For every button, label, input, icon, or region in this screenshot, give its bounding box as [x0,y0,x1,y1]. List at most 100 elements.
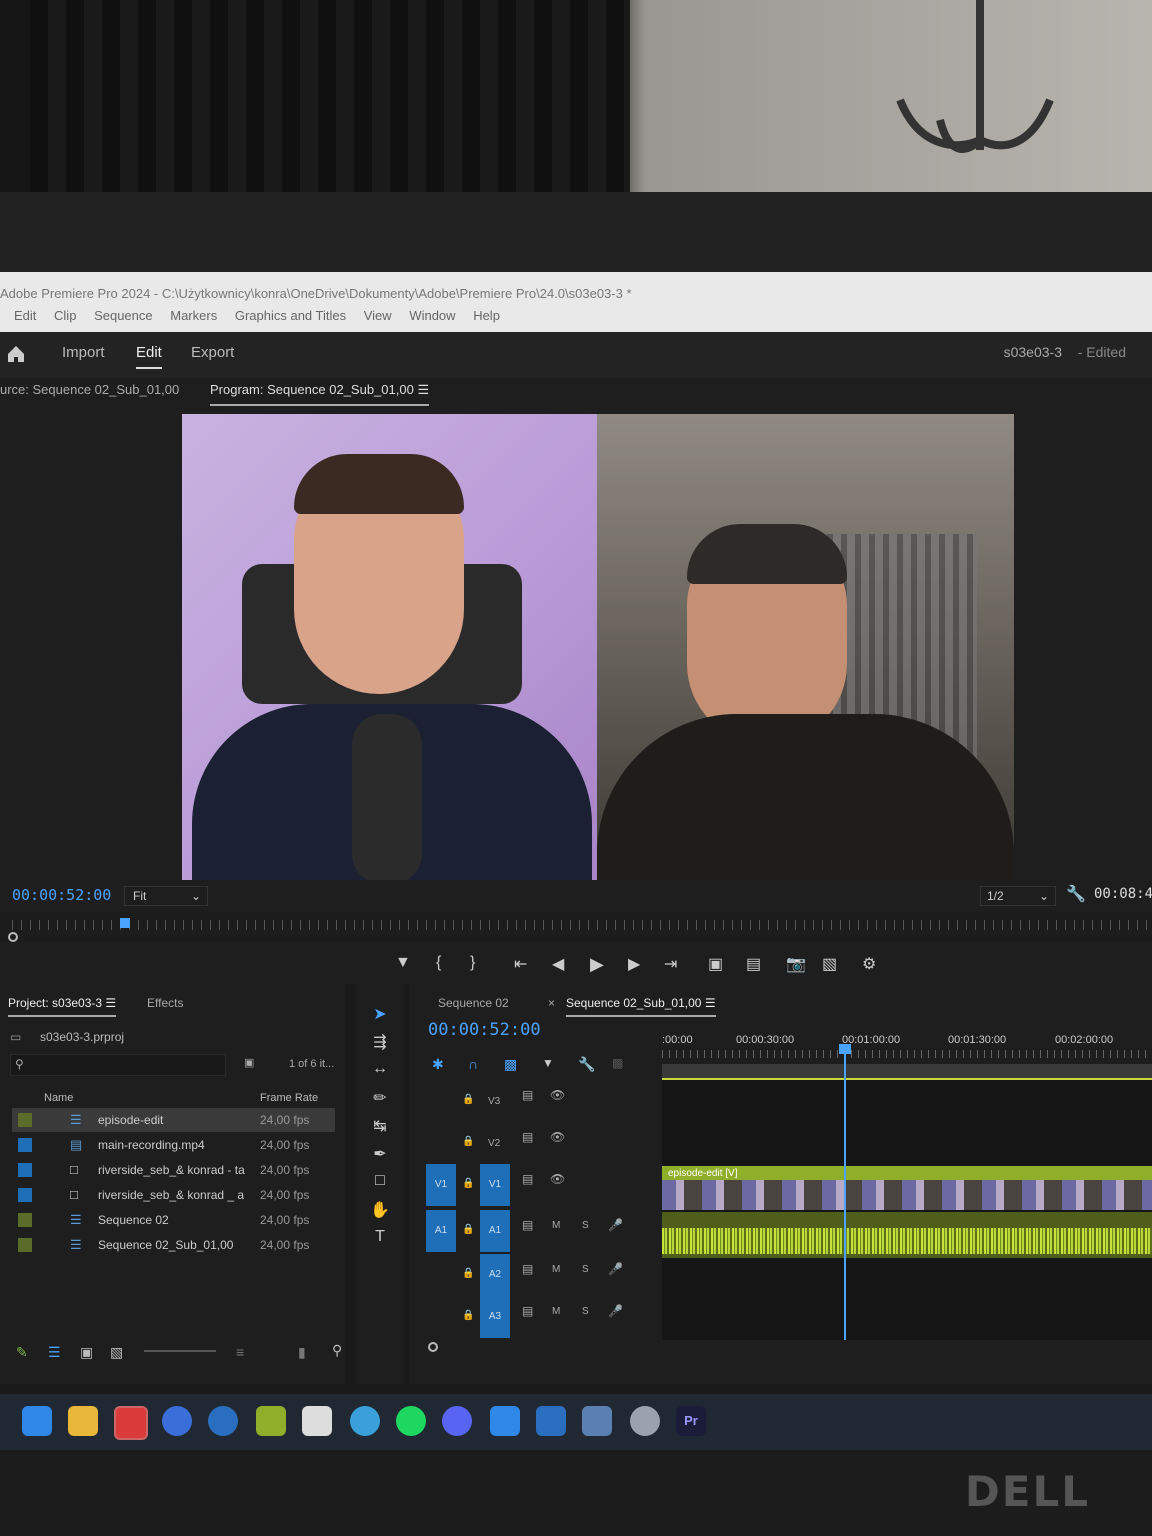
list-item[interactable]: ☰ episode-edit 24,00 fps [12,1108,335,1132]
eye-icon[interactable]: 👁 [550,1172,565,1186]
nest-icon[interactable]: ✱ [432,1056,444,1073]
tab-import[interactable]: Import [62,344,105,361]
column-frame-rate[interactable]: Frame Rate [260,1092,318,1104]
overwrite-icon[interactable]: ▤ [746,954,761,974]
freeform-view-icon[interactable]: ▧ [110,1344,123,1361]
calculator-icon[interactable] [582,1406,612,1436]
clock-app-icon[interactable] [208,1406,238,1436]
menu-window[interactable]: Window [409,308,455,323]
list-item[interactable]: □ riverside_seb_& konrad _ a 24,00 fps [12,1183,335,1207]
menu-sequence[interactable]: Sequence [94,308,153,323]
menu-edit[interactable]: Edit [14,308,36,323]
new-bin-icon[interactable]: ▣ [244,1056,254,1069]
discord-icon[interactable] [442,1406,472,1436]
insert-icon[interactable]: ▣ [708,954,723,974]
lock-icon[interactable]: 🔒 [462,1268,474,1279]
pen-icon[interactable]: ✒ [369,1144,391,1166]
eye-icon[interactable]: 👁 [550,1130,565,1144]
notes-app-icon[interactable] [256,1406,286,1436]
list-item[interactable]: □ riverside_seb_& konrad - ta 24,00 fps [12,1158,335,1182]
work-area-bar[interactable] [662,1064,1152,1080]
step-back-icon[interactable]: ◀ [552,954,564,974]
menu-graphics[interactable]: Graphics and Titles [235,308,346,323]
zoom-slider[interactable] [144,1350,216,1352]
globe-app-icon[interactable] [350,1406,380,1436]
lock-icon[interactable]: 🔒 [462,1310,474,1321]
tab-sequence-sub[interactable]: Sequence 02_Sub_01,00 ☰ [566,996,716,1017]
lock-icon[interactable]: 🔒 [462,1136,474,1147]
mark-out-icon[interactable]: } [470,954,475,972]
resolution-select[interactable]: 1/2 ⌄ [980,886,1056,906]
add-marker-icon[interactable]: ▼ [542,1056,554,1070]
rectangle-icon[interactable]: □ [369,1172,391,1194]
video-clip[interactable]: episode-edit [V] [662,1166,1152,1210]
export-frame-icon[interactable]: 📷 [786,954,806,974]
premiere-pro-icon[interactable]: Pr [676,1406,706,1436]
sync-icon[interactable]: ▤ [522,1088,533,1102]
razor-icon[interactable]: ✏ [369,1088,391,1110]
wrench-icon[interactable]: 🔧 [578,1056,595,1073]
target-v1[interactable]: V1 [480,1164,510,1206]
playhead-marker[interactable] [120,918,130,928]
list-item[interactable]: ☰ Sequence 02 24,00 fps [12,1208,335,1232]
pencil-icon[interactable]: ✎ [16,1344,28,1361]
mark-in-icon[interactable]: { [436,954,441,972]
solo-button[interactable]: S [582,1220,589,1231]
spotify-icon[interactable] [396,1406,426,1436]
solo-button[interactable]: S [582,1306,589,1317]
column-name[interactable]: Name [44,1092,73,1104]
source-patch-a1[interactable]: A1 [426,1210,456,1252]
sync-icon[interactable]: ▤ [522,1172,533,1186]
close-icon[interactable]: × [548,996,555,1010]
tab-edit[interactable]: Edit [136,344,162,369]
lock-icon[interactable]: 🔒 [462,1178,474,1189]
calendar-icon[interactable] [536,1406,566,1436]
timeline-timecode[interactable]: 00:00:52:00 [428,1020,541,1040]
microphone-icon[interactable]: 🎤 [608,1304,623,1318]
tab-program-monitor[interactable]: Program: Sequence 02_Sub_01,00 ☰ [210,382,430,406]
captions-icon[interactable]: ▩ [612,1056,623,1070]
target-a3[interactable]: A3 [480,1296,510,1338]
linked-selection-icon[interactable]: ▩ [504,1056,517,1073]
track-select-icon[interactable]: ⇶ [369,1032,391,1054]
project-search-input[interactable]: ⚲ [10,1054,226,1076]
target-a1[interactable]: A1 [480,1210,510,1252]
selection-tool-icon[interactable]: ➤ [369,1004,391,1026]
zoom-handle[interactable] [8,932,18,942]
chrome-icon[interactable] [114,1406,148,1440]
menu-view[interactable]: View [364,308,392,323]
solo-button[interactable]: S [582,1264,589,1275]
track-area[interactable] [662,1080,1152,1340]
type-icon[interactable]: T [369,1228,391,1250]
sync-icon[interactable]: ▤ [522,1304,533,1318]
tab-effects[interactable]: Effects [147,996,183,1010]
list-item[interactable]: ▤ main-recording.mp4 24,00 fps [12,1133,335,1157]
photos-icon[interactable] [490,1406,520,1436]
wrench-icon[interactable]: 🔧 [1066,884,1086,904]
automate-icon[interactable]: ▮ [298,1344,306,1361]
lock-icon[interactable]: 🔒 [462,1224,474,1235]
list-view-icon[interactable]: ☰ [48,1344,61,1361]
sync-icon[interactable]: ▤ [522,1130,533,1144]
play-icon[interactable]: ▶ [590,954,604,975]
tab-project[interactable]: Project: s03e03-3 ☰ [8,996,117,1017]
program-ruler[interactable] [0,912,1152,942]
icon-view-icon[interactable]: ▣ [80,1344,93,1361]
program-timecode[interactable]: 00:00:52:00 [12,886,111,904]
tab-source-monitor[interactable]: urce: Sequence 02_Sub_01,00 [0,382,179,397]
snap-icon[interactable]: ∩ [468,1056,478,1072]
tab-sequence-02[interactable]: Sequence 02 [438,996,509,1010]
microphone-icon[interactable]: 🎤 [608,1262,623,1276]
ripple-edit-icon[interactable]: ↔ [369,1060,391,1082]
mute-button[interactable]: M [552,1220,560,1231]
find-icon[interactable]: ⚲ [332,1342,342,1359]
tab-export[interactable]: Export [191,344,234,361]
menu-clip[interactable]: Clip [54,308,76,323]
audio-clip[interactable] [662,1212,1152,1258]
target-a2[interactable]: A2 [480,1254,510,1296]
settings-gear-icon[interactable] [630,1406,660,1436]
timeline-zoom-handle[interactable] [428,1342,438,1352]
microphone-icon[interactable]: 🎤 [608,1218,623,1232]
panel-menu-icon[interactable]: ☰ [705,996,716,1010]
mute-button[interactable]: M [552,1306,560,1317]
